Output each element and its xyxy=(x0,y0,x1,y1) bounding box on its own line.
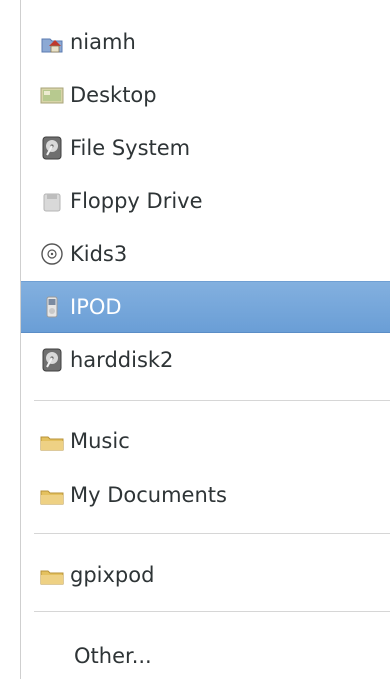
menu-item-kids3[interactable]: Kids3 xyxy=(21,228,390,280)
menu-item-file-system[interactable]: File System xyxy=(21,122,390,174)
home-folder-icon xyxy=(40,30,64,54)
menu-item-music[interactable]: Music xyxy=(21,415,390,467)
menu-item-label: IPOD xyxy=(70,295,122,319)
menu-item-other[interactable]: Other... xyxy=(21,630,390,682)
menu-item-label: File System xyxy=(70,136,191,160)
menu-item-label: Desktop xyxy=(70,83,157,107)
menu-item-ipod[interactable]: IPOD xyxy=(21,281,390,333)
ipod-icon xyxy=(40,295,64,319)
floppy-drive-icon xyxy=(40,189,64,213)
menu-item-gpixpod[interactable]: gpixpod xyxy=(21,549,390,601)
menu-separator xyxy=(34,400,390,401)
menu-item-harddisk2[interactable]: harddisk2 xyxy=(21,334,390,386)
menu-separator xyxy=(34,611,390,612)
menu-item-label: gpixpod xyxy=(70,563,155,587)
menu-item-label: Floppy Drive xyxy=(70,189,203,213)
folder-icon xyxy=(40,563,64,587)
menu-item-label: Kids3 xyxy=(70,242,128,266)
menu-item-label: niamh xyxy=(70,30,136,54)
menu-item-label: Music xyxy=(70,429,130,453)
folder-icon xyxy=(40,429,64,453)
menu-item-desktop[interactable]: Desktop xyxy=(21,69,390,121)
menu-item-floppy-drive[interactable]: Floppy Drive xyxy=(21,175,390,227)
menu-separator xyxy=(34,533,390,534)
harddisk-icon xyxy=(40,348,64,372)
optical-disc-icon xyxy=(40,242,64,266)
menu-item-my-documents[interactable]: My Documents xyxy=(21,469,390,521)
menu-item-niamh[interactable]: niamh xyxy=(21,16,390,68)
harddisk-icon xyxy=(40,136,64,160)
menu-item-label: Other... xyxy=(74,644,152,668)
menu-item-label: harddisk2 xyxy=(70,348,174,372)
folder-icon xyxy=(40,483,64,507)
places-dropdown-menu: niamh Desktop File System Floppy Drive K… xyxy=(20,0,390,679)
desktop-icon xyxy=(40,83,64,107)
menu-item-label: My Documents xyxy=(70,483,227,507)
